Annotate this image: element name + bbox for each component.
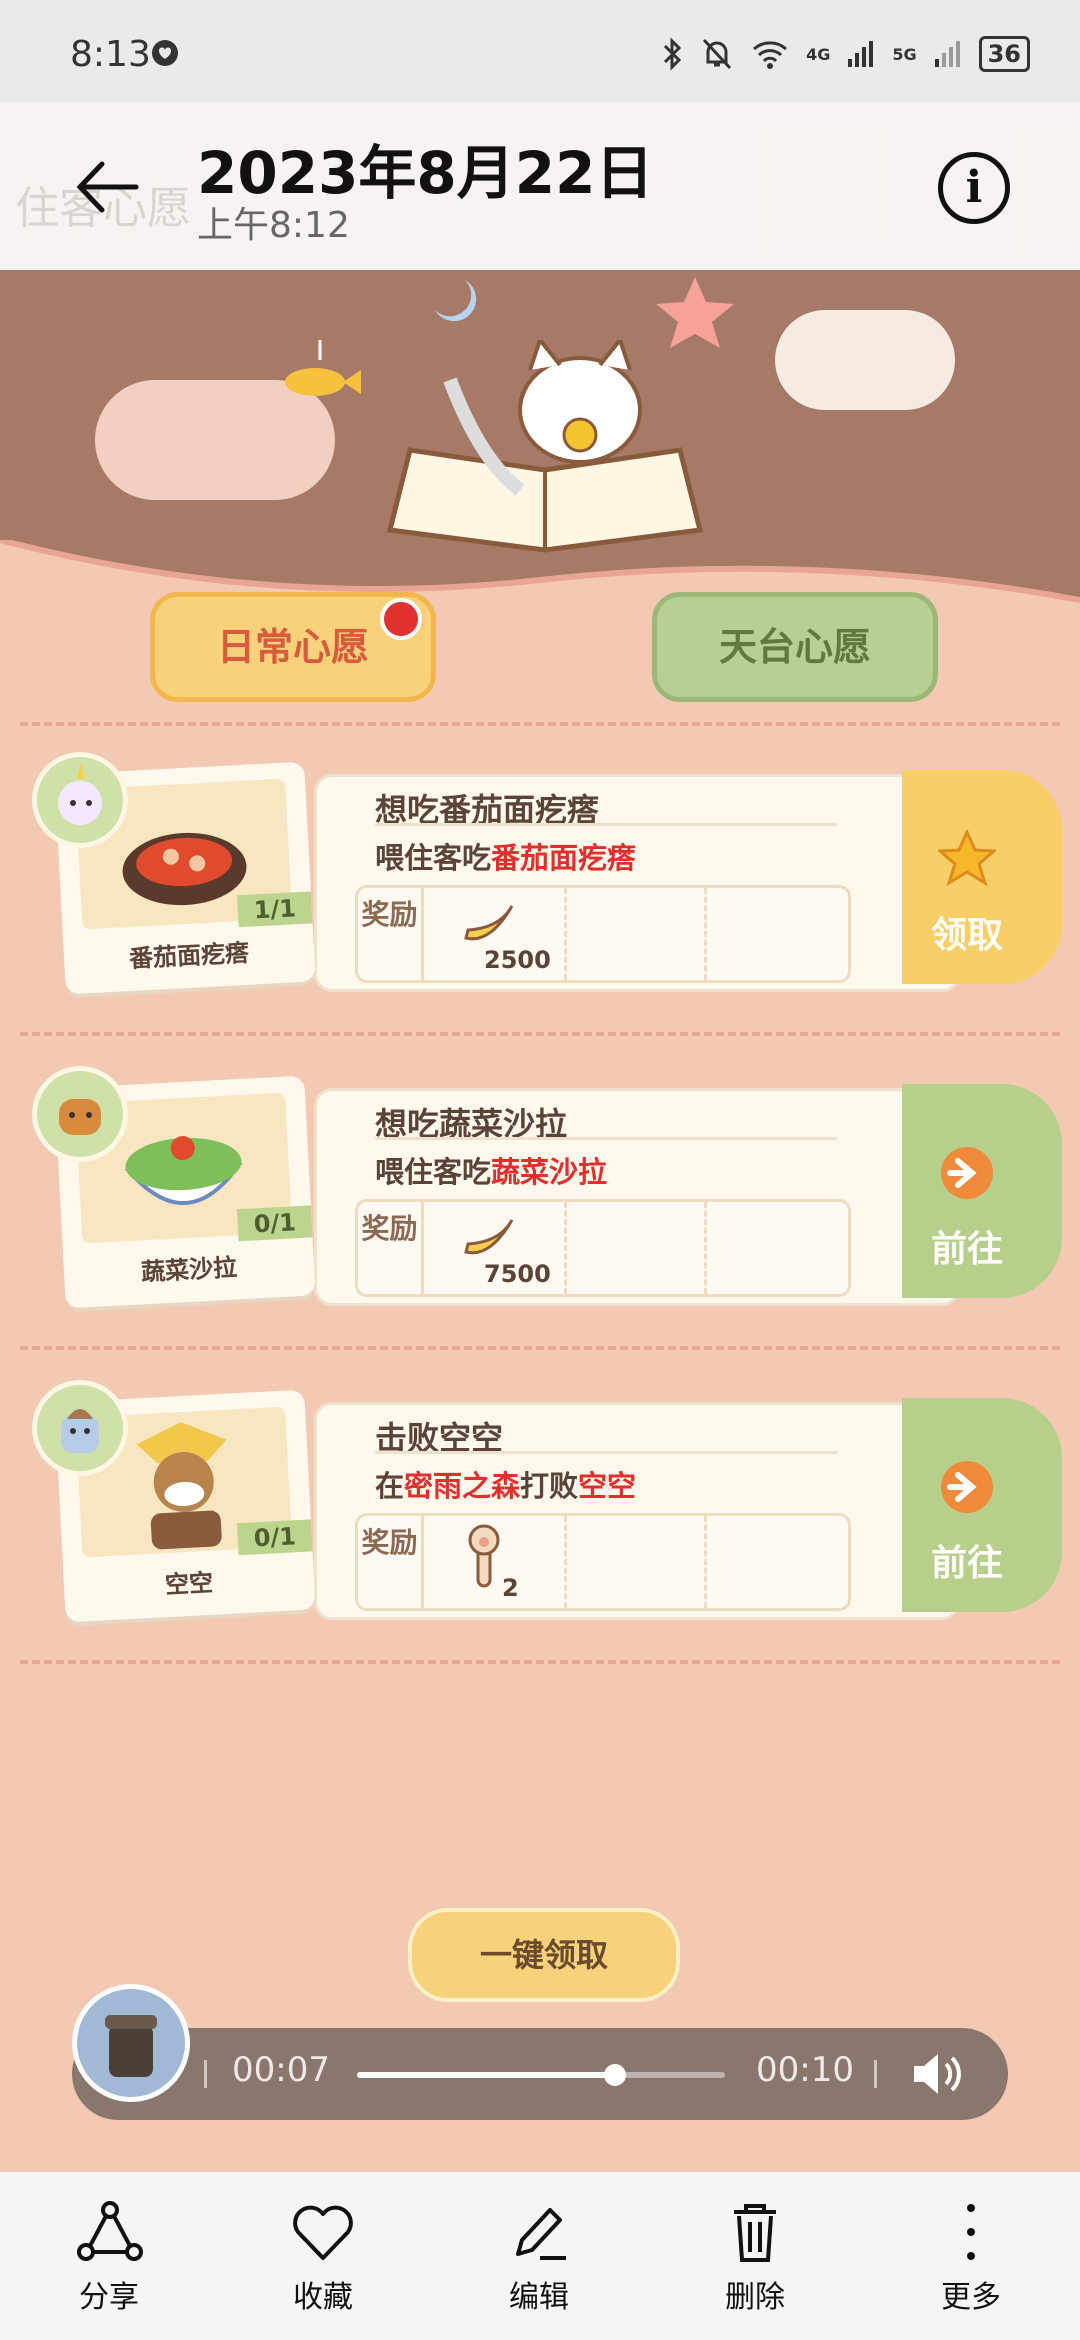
reward-label: 奖励 [358, 1202, 424, 1294]
potato-avatar-icon [61, 1409, 99, 1453]
task-card: 想吃番茄面疙瘩 喂住客吃番茄面疙瘩 奖励 2500 1/1 番茄面疙瘩 领取 [32, 752, 1062, 995]
more-label: 更多 [941, 2280, 1001, 2315]
reward-amount: 2 [502, 1574, 519, 1602]
star-icon [938, 830, 996, 886]
divider [20, 1346, 1060, 1350]
capybara-avatar-icon [59, 1099, 101, 1135]
task-body: 击败空空 在密雨之森打败空空 奖励 2 [314, 1402, 960, 1620]
status-time: 8:13 [70, 34, 151, 75]
go-button[interactable]: 前往 [902, 1398, 1062, 1612]
status-icons: 4G 5G 36 [662, 36, 1030, 72]
arrow-right-icon [941, 1147, 993, 1199]
reward-slot-empty [564, 888, 707, 980]
task-desc: 喂住客吃蔬菜沙拉 [375, 1155, 608, 1189]
more-button[interactable]: 更多 [906, 2200, 1036, 2316]
share-button[interactable]: 分享 [44, 2200, 174, 2316]
battery-indicator: 36 [978, 36, 1030, 72]
tab-rooftop-wishes[interactable]: 天台心愿 [652, 592, 938, 702]
more-icon [967, 2204, 975, 2260]
unicorn-avatar-icon [58, 763, 102, 825]
total-time: 00:10 [756, 2050, 854, 2090]
pencil-icon [516, 2208, 566, 2260]
fish-ornament-icon [285, 340, 361, 396]
reward-amount: 2500 [484, 946, 551, 974]
task-item-name: 蔬菜沙拉 [140, 1253, 238, 1287]
reward-box: 奖励 2500 [355, 885, 851, 983]
favorite-button[interactable]: 收藏 [258, 2200, 388, 2316]
storage-jar-icon [72, 1984, 190, 2102]
npc-avatar [32, 752, 128, 848]
claim-all-button[interactable]: 一键领取 [408, 1908, 680, 2002]
delete-button[interactable]: 删除 [690, 2200, 820, 2316]
task-body: 想吃蔬菜沙拉 喂住客吃蔬菜沙拉 奖励 7500 [314, 1088, 960, 1306]
reward-slot: 7500 [424, 1202, 567, 1294]
divider [20, 1660, 1060, 1664]
seek-bar[interactable] [357, 2064, 725, 2086]
reward-box: 奖励 7500 [355, 1199, 851, 1297]
divider [20, 1032, 1060, 1036]
progress-flag: 0/1 [236, 1205, 313, 1242]
task-desc: 在密雨之森打败空空 [375, 1469, 637, 1503]
divider [20, 722, 1060, 726]
task-item-name: 番茄面疙瘩 [128, 938, 250, 974]
volume-icon[interactable] [910, 2050, 964, 2098]
npc-avatar [32, 1380, 128, 1476]
npc-avatar [32, 1066, 128, 1162]
arrow-right-icon [941, 1461, 993, 1513]
favorite-label: 收藏 [293, 2280, 353, 2315]
edit-label: 编辑 [509, 2280, 569, 2315]
go-label: 前往 [930, 1229, 1003, 1270]
signal-icon [934, 41, 960, 67]
status-bar: 8:13 4G 5G 36 [0, 0, 1080, 102]
moon-ornament-icon [435, 280, 477, 322]
reward-slot-empty [564, 1516, 707, 1608]
banana-icon [464, 905, 514, 941]
reward-label: 奖励 [358, 888, 424, 980]
go-label: 前往 [930, 1543, 1003, 1584]
claim-button[interactable]: 领取 [902, 770, 1062, 984]
reward-slot-empty [564, 1202, 707, 1294]
progress-flag: 1/1 [236, 891, 313, 928]
task-card: 击败空空 在密雨之森打败空空 奖励 2 0/1 空空 前往 [32, 1380, 1062, 1623]
delete-label: 删除 [725, 2280, 785, 2315]
edit-button[interactable]: 编辑 [474, 2200, 604, 2316]
wifi-icon [753, 41, 788, 69]
share-icon [77, 2201, 143, 2261]
reward-label: 奖励 [358, 1516, 424, 1608]
banana-icon [464, 1219, 514, 1255]
reward-slot: 2500 [424, 888, 567, 980]
bluetooth-icon [664, 37, 682, 71]
network-4g-label: 4G [806, 44, 831, 64]
share-label: 分享 [79, 2280, 139, 2315]
star-ornament-icon [656, 277, 734, 348]
page-subtitle: 上午8:12 [197, 205, 350, 246]
progress-flag: 0/1 [236, 1519, 313, 1556]
notification-dot [380, 598, 422, 640]
video-player-bar: 00:07 00:10 [72, 2028, 1008, 2120]
claim-label: 领取 [930, 915, 1003, 956]
trash-icon [734, 2204, 776, 2262]
seek-bar-fill [357, 2072, 615, 2078]
network-5g-label: 5G [892, 44, 917, 64]
top-app-bar: 住客心愿 2023年8月22日 上午8:12 i [0, 102, 1080, 270]
heart-icon [293, 2205, 353, 2260]
go-button[interactable]: 前往 [902, 1084, 1062, 1298]
task-item-name: 空空 [164, 1568, 214, 1600]
current-time: 00:07 [232, 2050, 330, 2090]
bottom-toolbar: 分享 收藏 编辑 删除 更多 [0, 2172, 1080, 2340]
mute-bell-icon [702, 38, 732, 70]
signal-icon [848, 41, 874, 67]
heart-badge-icon [152, 40, 178, 66]
reward-box: 奖励 2 [355, 1513, 851, 1611]
task-card: 想吃蔬菜沙拉 喂住客吃蔬菜沙拉 奖励 7500 0/1 蔬菜沙拉 前往 [32, 1066, 1062, 1309]
task-desc: 喂住客吃番茄面疙瘩 [375, 841, 637, 875]
reward-amount: 7500 [484, 1260, 551, 1288]
back-arrow-icon[interactable] [72, 152, 142, 222]
reward-slot: 2 [424, 1516, 567, 1608]
seek-knob[interactable] [603, 2064, 626, 2086]
task-body: 想吃番茄面疙瘩 喂住客吃番茄面疙瘩 奖励 2500 [314, 774, 960, 992]
info-icon[interactable]: i [938, 152, 1010, 224]
